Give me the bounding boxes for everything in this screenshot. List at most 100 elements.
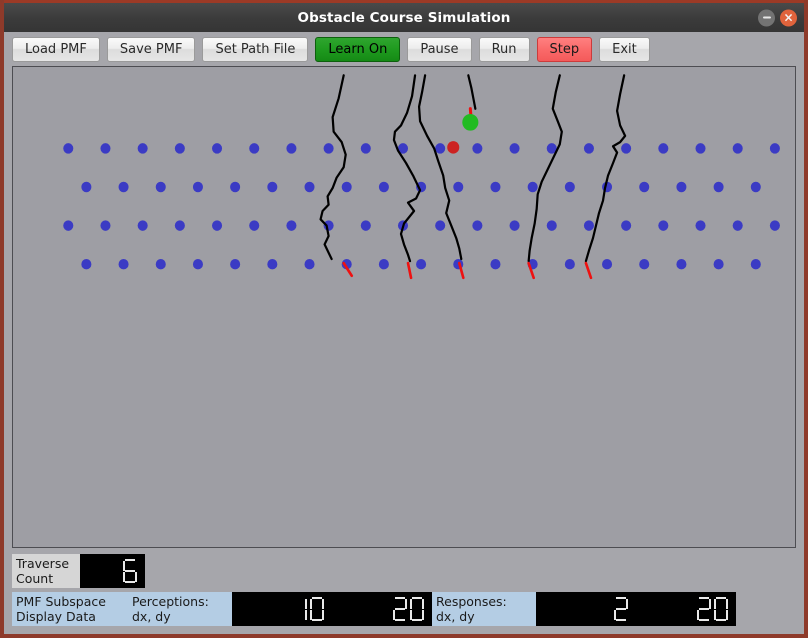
obstacle-dot	[378, 259, 389, 270]
data-row: PMF Subspace Display Data Perceptions: d…	[12, 592, 796, 626]
obstacle-dot	[621, 220, 632, 231]
seven-segment-digit	[310, 597, 324, 621]
obstacle-dot	[658, 220, 669, 231]
obstacle-dot	[192, 259, 203, 270]
obstacle-dot	[118, 259, 129, 270]
obstacle-dot	[621, 143, 632, 154]
load-pmf-button[interactable]: Load PMF	[12, 36, 100, 62]
seven-segment-digit	[410, 597, 424, 621]
obstacle-dot	[713, 259, 724, 270]
responses-dx-digits	[614, 597, 628, 621]
obstacle-dot	[267, 259, 278, 270]
responses-dy-display	[636, 592, 736, 626]
obstacle-dot	[360, 220, 371, 231]
minimize-button[interactable]	[758, 9, 775, 26]
responses-label: Responses: dx, dy	[432, 592, 536, 626]
obstacle-dot	[583, 143, 594, 154]
status-area: Traverse Count PMF Subspace Display Data…	[4, 548, 804, 634]
obstacle-dot	[230, 181, 241, 193]
title-bar: Obstacle Course Simulation ×	[4, 0, 804, 32]
obstacle-dot	[695, 220, 706, 231]
obstacle-dot	[713, 181, 724, 193]
obstacle-path	[584, 74, 627, 263]
obstacle-dot	[769, 220, 780, 231]
obstacle-dot	[137, 143, 148, 154]
run-button[interactable]: Run	[478, 36, 530, 62]
seven-segment-digit	[393, 597, 407, 621]
pause-button[interactable]: Pause	[407, 36, 472, 62]
obstacle-dot	[286, 220, 297, 231]
application-window: Obstacle Course Simulation × Load PMF Sa…	[0, 0, 808, 638]
obstacle-dot	[304, 181, 315, 193]
obstacle-dot	[174, 220, 185, 231]
obstacle-dot	[564, 181, 575, 193]
obstacle-dot	[304, 259, 315, 270]
obstacle-dot	[435, 143, 446, 154]
obstacle-dot	[676, 181, 687, 193]
step-button[interactable]: Step	[536, 36, 593, 62]
seven-segment-digit	[714, 597, 728, 621]
seven-segment-digit	[293, 597, 307, 621]
traverse-count-display	[80, 554, 145, 588]
obstacle-path	[417, 74, 463, 261]
obstacle-dot	[267, 181, 278, 193]
obstacle-dot	[360, 143, 371, 154]
obstacle-dot	[732, 220, 743, 231]
minimize-icon	[762, 16, 771, 19]
obstacle-dot	[490, 259, 501, 270]
obstacle-dot	[341, 181, 352, 193]
obstacle-dot	[639, 181, 650, 193]
traverse-count-digits	[123, 559, 137, 583]
obstacle-dot	[750, 259, 761, 270]
obstacle-dot	[100, 220, 111, 231]
responses-dy-digits	[697, 597, 728, 621]
close-icon: ×	[783, 10, 794, 24]
obstacle-dot	[435, 220, 446, 231]
obstacle-dot	[212, 143, 223, 154]
obstacle-dot	[137, 220, 148, 231]
obstacle-dot	[192, 181, 203, 193]
obstacle-dot	[81, 181, 92, 193]
obstacle-dot	[174, 143, 185, 154]
close-button[interactable]: ×	[780, 9, 797, 26]
obstacle-dot	[527, 181, 538, 193]
obstacle-dot	[695, 143, 706, 154]
obstacle-dot	[249, 220, 260, 231]
toolbar: Load PMF Save PMF Set Path File Learn On…	[4, 32, 804, 66]
save-pmf-button[interactable]: Save PMF	[106, 36, 196, 62]
obstacle-dot	[155, 181, 166, 193]
traverse-row: Traverse Count	[12, 554, 796, 588]
obstacle-dot	[509, 220, 520, 231]
simulation-canvas[interactable]	[12, 66, 796, 548]
obstacle-dot	[453, 181, 464, 193]
traversal-paths	[319, 74, 627, 263]
obstacle-dot	[63, 220, 74, 231]
simulation-scene	[63, 74, 780, 280]
set-path-file-button[interactable]: Set Path File	[202, 36, 309, 62]
exit-button[interactable]: Exit	[599, 36, 650, 62]
obstacle-dot	[658, 143, 669, 154]
perceptions-dy-display	[332, 592, 432, 626]
learn-on-button[interactable]: Learn On	[315, 36, 401, 62]
obstacle-path	[392, 74, 422, 263]
responses-dx-display	[536, 592, 636, 626]
perceptions-dy-digits	[393, 597, 424, 621]
perceptions-dx-digits	[293, 597, 324, 621]
traverse-count-label: Traverse Count	[12, 554, 80, 588]
application-body: Load PMF Save PMF Set Path File Learn On…	[4, 32, 804, 634]
target-marker	[447, 141, 460, 154]
obstacle-dot	[546, 220, 557, 231]
seven-segment-digit	[614, 597, 628, 621]
obstacle-dot	[63, 143, 74, 154]
window-controls: ×	[758, 9, 797, 26]
obstacle-dot	[416, 259, 427, 270]
path-end-marker	[406, 261, 413, 280]
obstacle-dot	[230, 259, 241, 270]
obstacle-dot	[249, 143, 260, 154]
seven-segment-digit	[697, 597, 711, 621]
obstacle-path	[527, 74, 563, 263]
path-end-marker	[584, 261, 593, 280]
obstacle-dot	[100, 143, 111, 154]
obstacle-dot	[286, 143, 297, 154]
obstacle-dot	[676, 259, 687, 270]
